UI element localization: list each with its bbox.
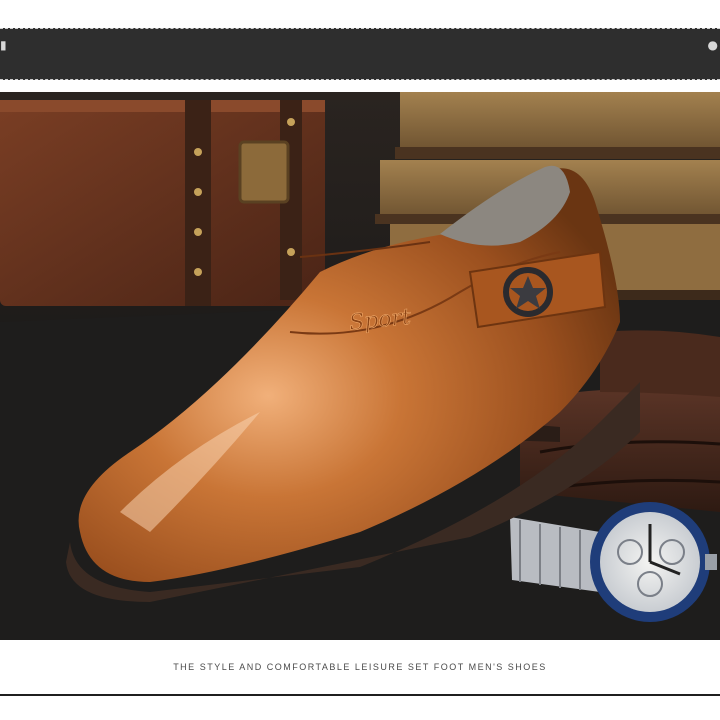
- caption-area: THE STYLE AND COMFORTABLE LEISURE SET FO…: [0, 640, 720, 720]
- product-photo: Sport: [0, 92, 720, 640]
- header-banner: ▮ ●: [0, 28, 720, 80]
- caption-text: THE STYLE AND COMFORTABLE LEISURE SET FO…: [173, 662, 547, 672]
- vintage-suitcase: [0, 100, 325, 306]
- product-photo-svg: Sport: [0, 92, 720, 640]
- top-margin: [0, 0, 720, 28]
- header-right-glyph-icon: ●: [707, 38, 718, 52]
- header-gap: [0, 80, 720, 92]
- bottom-rule: [0, 694, 720, 696]
- header-left-glyph-icon: ▮: [0, 38, 7, 52]
